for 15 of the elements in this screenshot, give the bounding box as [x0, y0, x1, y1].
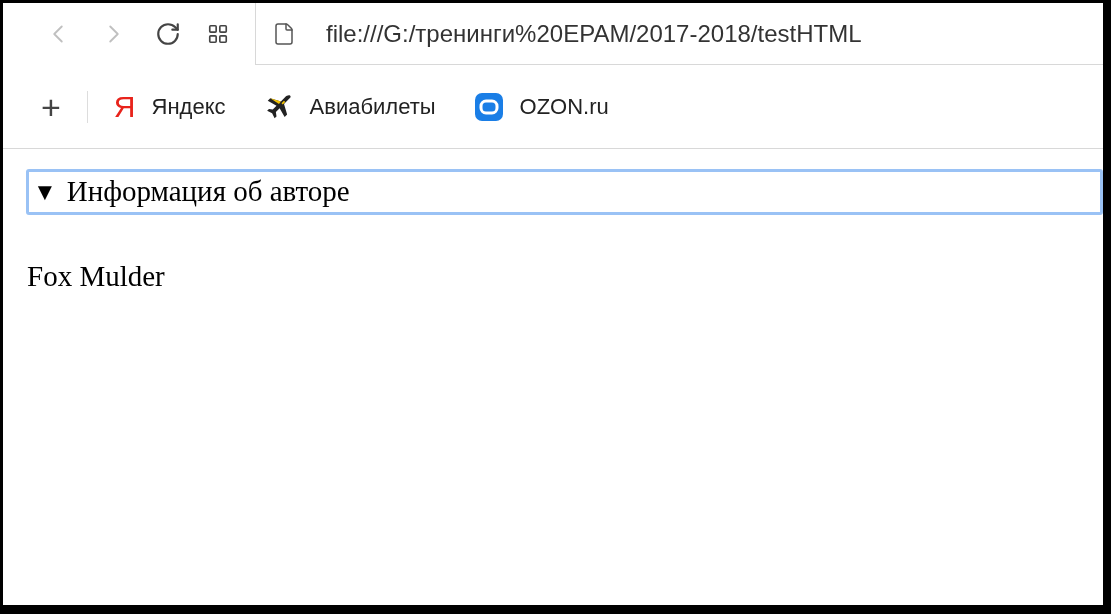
add-bookmark-button[interactable]: + — [41, 90, 88, 123]
grid-icon[interactable] — [207, 23, 229, 45]
bookmark-link[interactable]: Авиабилеты — [309, 90, 436, 123]
bookmark-link[interactable]: OZON.ru — [519, 90, 609, 123]
yandex-logo-icon: Я — [113, 91, 136, 122]
disclosure-marker: ▼ — [33, 178, 57, 207]
page-icon — [272, 21, 296, 46]
details-summary[interactable]: ▼ Информация об авторе — [26, 169, 1103, 215]
address-text: file:///G:/тренинги%20EPAM/2017-2018/testHTML — [326, 18, 862, 49]
reload-icon[interactable] — [155, 21, 181, 47]
summary-text: Информация об авторе — [66, 174, 350, 210]
bookmark-link[interactable]: Яндекс — [151, 90, 226, 123]
address-bar[interactable]: file:///G:/тренинги%20EPAM/2017-2018/testHTML — [255, 3, 1103, 65]
ozon-logo-icon — [473, 91, 504, 122]
author-name: Fox Mulder — [27, 260, 165, 292]
